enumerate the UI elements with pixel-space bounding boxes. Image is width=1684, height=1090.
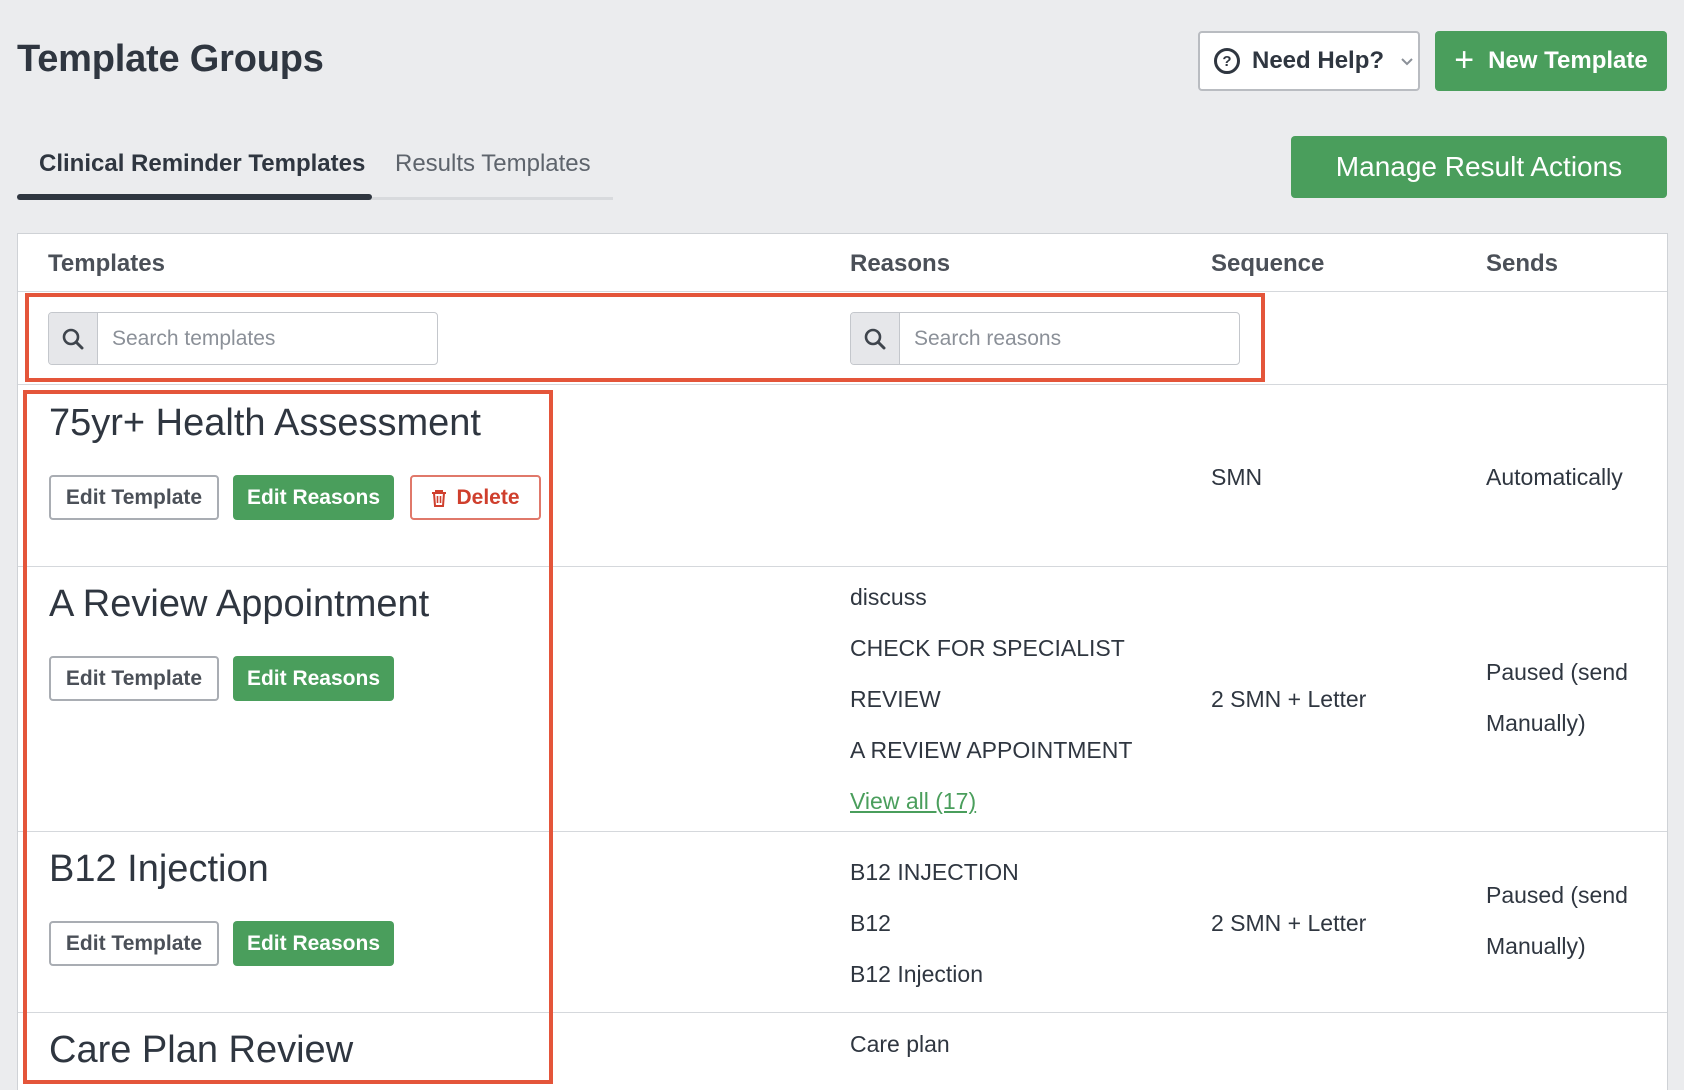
template-tabs: Clinical Reminder Templates Results Temp… [17,138,613,200]
row-divider [18,831,1667,832]
sends-value-line2: Manually) [1486,933,1586,959]
column-header-sequence: Sequence [1211,250,1325,277]
view-all-reasons-link[interactable]: View all (17) [850,788,976,815]
sends-value-line1: Paused (send [1486,882,1628,908]
row-divider [18,566,1667,567]
search-reasons-input[interactable] [900,313,1239,364]
template-name: A Review Appointment [49,583,430,625]
sequence-value: 2 SMN + Letter [1211,686,1367,712]
reason-item: B12 [850,910,891,936]
template-name: 75yr+ Health Assessment [49,402,481,444]
column-header-reasons: Reasons [850,250,951,277]
sequence-value: 2 SMN + Letter [1211,910,1367,936]
page-title: Template Groups [17,38,324,80]
search-templates-field [48,312,438,365]
delete-label: Delete [456,485,520,509]
search-reasons-field [850,312,1240,365]
manage-result-actions-button[interactable]: Manage Result Actions [1291,136,1667,198]
reason-item: CHECK FOR SPECIALIST [850,635,1125,661]
header-divider [18,291,1667,292]
reason-item: A REVIEW APPOINTMENT [850,737,1133,763]
sends-value-line1: Paused (send [1486,659,1628,685]
column-header-templates: Templates [48,250,165,277]
search-icon [49,313,98,364]
template-name: Care Plan Review [49,1029,354,1071]
search-templates-input[interactable] [98,313,437,364]
need-help-button[interactable]: ? Need Help? [1198,31,1420,91]
template-name: B12 Injection [49,848,269,890]
reason-item: discuss [850,584,927,610]
active-tab-indicator [17,194,372,200]
edit-reasons-button[interactable]: Edit Reasons [233,656,394,701]
sends-value: Automatically [1486,464,1623,490]
reason-item: REVIEW [850,686,941,712]
reason-item: Care plan [850,1031,950,1057]
new-template-button[interactable]: + New Template [1435,31,1667,91]
reason-item: B12 Injection [850,961,983,987]
sequence-value: SMN [1211,464,1263,490]
edit-reasons-button[interactable]: Edit Reasons [233,475,394,520]
edit-template-button[interactable]: Edit Template [49,475,219,520]
edit-reasons-button[interactable]: Edit Reasons [233,921,394,966]
search-icon [851,313,900,364]
edit-template-button[interactable]: Edit Template [49,656,219,701]
column-header-sends: Sends [1486,250,1559,277]
tab-clinical-reminder-templates[interactable]: Clinical Reminder Templates [39,150,365,178]
row-divider [18,1012,1667,1013]
trash-icon [431,489,447,507]
templates-table: Templates Reasons Sequence Sends 75yr+ H… [17,233,1668,1090]
chevron-down-icon [1398,52,1416,70]
reason-item: B12 INJECTION [850,859,1019,885]
plus-icon: + [1454,40,1475,79]
row-divider [18,384,1667,385]
tab-results-templates[interactable]: Results Templates [395,150,591,178]
delete-button[interactable]: Delete [410,475,541,520]
new-template-label: New Template [1488,47,1648,74]
edit-template-button[interactable]: Edit Template [49,921,219,966]
need-help-label: Need Help? [1252,47,1385,74]
sends-value-line2: Manually) [1486,710,1586,736]
question-circle-icon: ? [1214,48,1240,74]
